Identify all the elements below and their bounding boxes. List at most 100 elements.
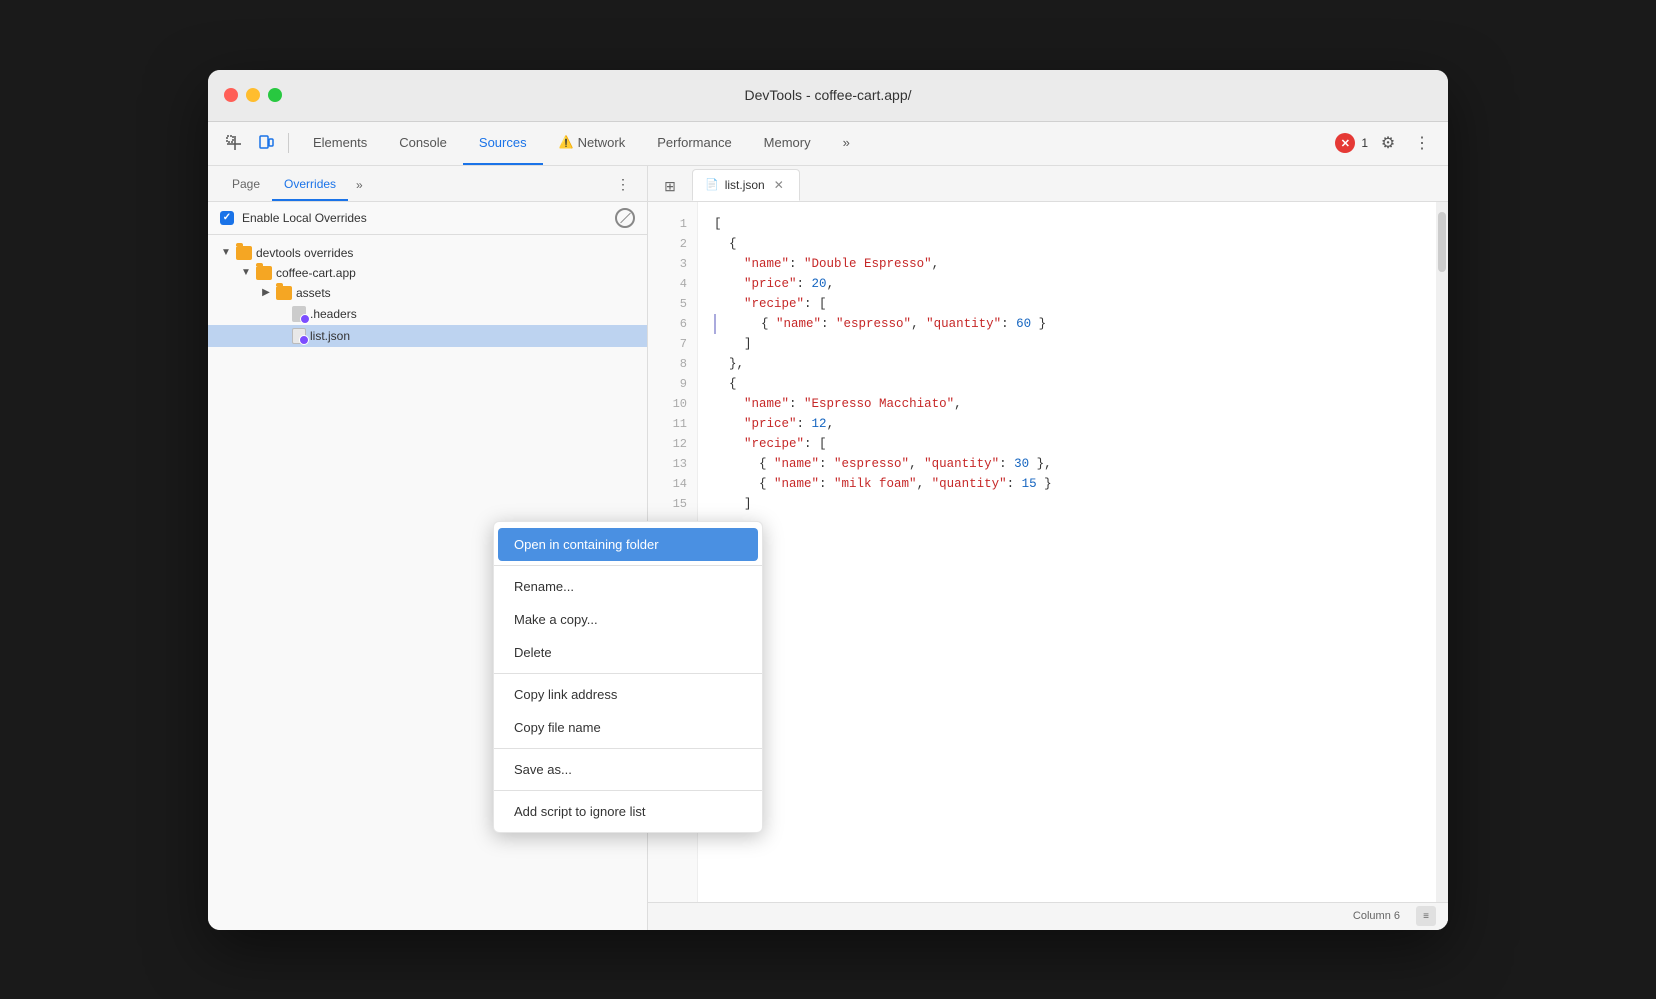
tree-item-headers[interactable]: .headers (208, 303, 647, 325)
enable-overrides-checkbox[interactable] (220, 211, 234, 225)
tab-console[interactable]: Console (383, 122, 463, 165)
editor-scrollbar-thumb[interactable] (1438, 212, 1446, 272)
editor-sidebar-toggle[interactable]: ⊞ (656, 173, 684, 201)
sidebar-tabs-more[interactable]: » (348, 169, 371, 201)
code-line-15: ] (714, 494, 1420, 514)
tab-network[interactable]: ⚠️ Network (543, 122, 642, 165)
context-menu-copy-name[interactable]: Copy file name (494, 711, 762, 744)
file-icon-headers (292, 306, 306, 322)
context-menu-sep-4 (494, 790, 762, 791)
enable-overrides-label: Enable Local Overrides (242, 211, 607, 225)
file-icon-list-json (292, 328, 306, 344)
code-line-11: "price": 12, (714, 414, 1420, 434)
code-line-9: { (714, 374, 1420, 394)
toolbar-right: ✕ 1 ⚙ ⋮ (1335, 129, 1436, 157)
editor-tab-file-icon: 📄 (705, 178, 719, 191)
code-editor[interactable]: 1 2 3 4 5 6 7 8 9 10 11 12 13 14 15 (648, 202, 1448, 902)
code-line-3: "name": "Double Espresso", (714, 254, 1420, 274)
context-menu-sep-2 (494, 673, 762, 674)
tree-label-assets: assets (296, 286, 331, 300)
traffic-lights (224, 88, 282, 102)
line-num-6: 6 (648, 314, 697, 334)
tree-label-devtools-overrides: devtools overrides (256, 246, 353, 260)
main-content: Page Overrides » ⋮ Enable Local Override… (208, 166, 1448, 930)
folder-icon-devtools-overrides (236, 246, 252, 260)
toolbar-tabs: Elements Console Sources ⚠️ Network Perf… (297, 122, 1331, 165)
context-menu-open-folder[interactable]: Open in containing folder (498, 528, 758, 561)
close-button[interactable] (224, 88, 238, 102)
code-line-2: { (714, 234, 1420, 254)
code-line-8: }, (714, 354, 1420, 374)
editor-tab-label: list.json (725, 178, 765, 192)
context-menu: Open in containing folder Rename... Make… (493, 521, 763, 833)
tree-arrow-assets (260, 287, 272, 299)
line-num-5: 5 (648, 294, 697, 314)
editor-tab-list-json[interactable]: 📄 list.json ✕ (692, 169, 800, 201)
tree-arrow-devtools-overrides (220, 247, 232, 259)
editor-area: ⊞ 📄 list.json ✕ 1 2 3 4 5 6 7 8 (648, 166, 1448, 930)
code-content[interactable]: [ { "name": "Double Espresso", "price": … (698, 202, 1436, 902)
sidebar-tab-actions: ⋮ (611, 169, 635, 201)
tree-item-assets[interactable]: assets (208, 283, 647, 303)
minimize-button[interactable] (246, 88, 260, 102)
tab-performance[interactable]: Performance (641, 122, 747, 165)
line-num-15: 15 (648, 494, 697, 514)
context-menu-copy-link[interactable]: Copy link address (494, 678, 762, 711)
context-menu-delete[interactable]: Delete (494, 636, 762, 669)
tree-item-devtools-overrides[interactable]: devtools overrides (208, 243, 647, 263)
line-num-3: 3 (648, 254, 697, 274)
settings-icon[interactable]: ⚙ (1374, 129, 1402, 157)
tab-sources[interactable]: Sources (463, 122, 543, 165)
context-menu-copy[interactable]: Make a copy... (494, 603, 762, 636)
block-icon[interactable] (615, 208, 635, 228)
device-toolbar-icon[interactable] (252, 129, 280, 157)
status-bar-icon[interactable]: ≡ (1416, 906, 1436, 926)
toolbar-divider-1 (288, 133, 289, 153)
editor-tabs: ⊞ 📄 list.json ✕ (648, 166, 1448, 202)
code-line-10: "name": "Espresso Macchiato", (714, 394, 1420, 414)
line-num-2: 2 (648, 234, 697, 254)
sidebar: Page Overrides » ⋮ Enable Local Override… (208, 166, 648, 930)
sidebar-tab-page[interactable]: Page (220, 169, 272, 201)
inspect-element-icon[interactable] (220, 129, 248, 157)
line-num-4: 4 (648, 274, 697, 294)
line-num-10: 10 (648, 394, 697, 414)
context-menu-sep-1 (494, 565, 762, 566)
folder-icon-assets (276, 286, 292, 300)
line-num-11: 11 (648, 414, 697, 434)
code-line-4: "price": 20, (714, 274, 1420, 294)
error-count: 1 (1361, 136, 1368, 150)
editor-scrollbar[interactable] (1436, 202, 1448, 902)
context-menu-rename[interactable]: Rename... (494, 570, 762, 603)
code-line-6: { "name": "espresso", "quantity": 60 } (714, 314, 1420, 334)
maximize-button[interactable] (268, 88, 282, 102)
code-line-14: { "name": "milk foam", "quantity": 15 } (714, 474, 1420, 494)
code-line-7: ] (714, 334, 1420, 354)
tab-memory[interactable]: Memory (748, 122, 827, 165)
sidebar-tabs: Page Overrides » ⋮ (208, 166, 647, 202)
editor-tab-close[interactable]: ✕ (771, 177, 787, 193)
tree-label-list-json: list.json (310, 329, 350, 343)
tree-label-headers: .headers (310, 307, 357, 321)
tree-item-coffee-cart[interactable]: coffee-cart.app (208, 263, 647, 283)
code-line-13: { "name": "espresso", "quantity": 30 }, (714, 454, 1420, 474)
tree-item-list-json[interactable]: list.json (208, 325, 647, 347)
code-line-1: [ (714, 214, 1420, 234)
title-bar: DevTools - coffee-cart.app/ (208, 70, 1448, 122)
context-menu-save-as[interactable]: Save as... (494, 753, 762, 786)
more-options-icon[interactable]: ⋮ (1408, 129, 1436, 157)
tab-elements[interactable]: Elements (297, 122, 383, 165)
tree-label-coffee-cart: coffee-cart.app (276, 266, 356, 280)
folder-icon-coffee-cart (256, 266, 272, 280)
tab-more[interactable]: » (827, 122, 866, 165)
context-menu-sep-3 (494, 748, 762, 749)
context-menu-ignore[interactable]: Add script to ignore list (494, 795, 762, 828)
error-badge-icon: ✕ (1335, 133, 1355, 153)
status-column: Column 6 (1353, 910, 1400, 922)
line-num-8: 8 (648, 354, 697, 374)
line-num-13: 13 (648, 454, 697, 474)
sidebar-tab-overrides[interactable]: Overrides (272, 169, 348, 201)
sidebar-more-actions[interactable]: ⋮ (611, 173, 635, 197)
window-title: DevTools - coffee-cart.app/ (744, 87, 911, 103)
line-num-9: 9 (648, 374, 697, 394)
